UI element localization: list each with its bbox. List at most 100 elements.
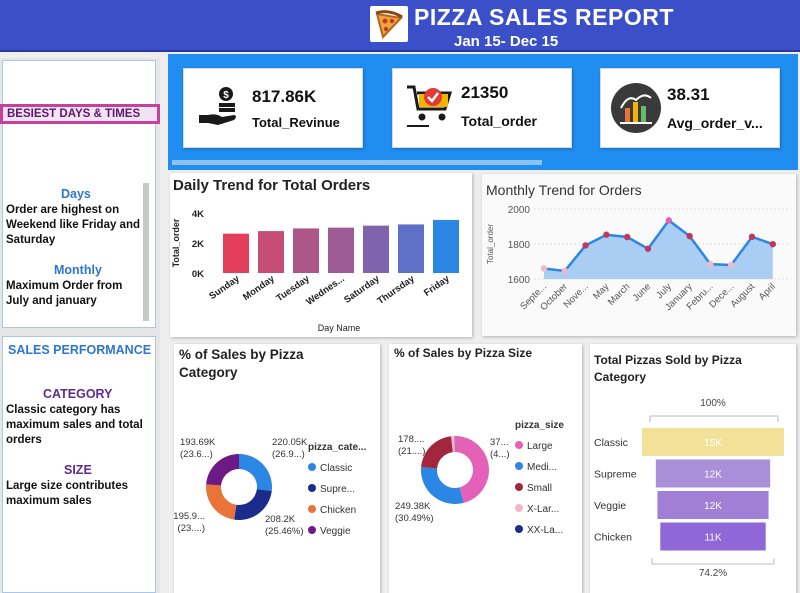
legend-marker — [308, 484, 316, 492]
legend-label: Supre... — [320, 484, 355, 495]
left-sidebar — [0, 58, 160, 593]
size-label: SIZE — [64, 463, 92, 477]
legend-label: Large — [527, 441, 553, 452]
legend-marker — [515, 504, 523, 512]
sales-by-size-chart: pizza_size Large Medi... Small X-Lar... XX-La… — [395, 420, 564, 536]
bar — [293, 228, 319, 273]
data-point — [582, 242, 589, 249]
data-point — [561, 267, 568, 275]
funnel-category-label: Supreme — [594, 469, 637, 481]
x-tick-label: August — [728, 281, 757, 310]
kpi-card-avg-order[interactable]: 38.31 Avg_order_v... — [600, 68, 780, 148]
area-fill — [544, 220, 773, 279]
data-point — [603, 231, 610, 238]
data-point — [686, 232, 693, 240]
sales-by-category-chart: pizza_cate... Classic Supre... Chicken Veggi… — [174, 437, 367, 537]
monthly-label: Monthly — [54, 263, 102, 277]
data-label: 195.9... — [174, 511, 205, 522]
y-tick-label: 1800 — [508, 240, 531, 251]
data-point — [624, 233, 631, 241]
monthly-trend-card[interactable]: Monthly Trend for Orders 1600 1800 2000 Tot… — [482, 174, 796, 336]
pizzas-sold-card[interactable]: Total Pizzas Sold by Pizza Category 100%… — [590, 344, 796, 593]
data-label-percent: (26.9...) — [272, 449, 305, 460]
bar — [223, 233, 249, 273]
data-point — [748, 233, 756, 241]
data-label-percent: (25.46%) — [265, 526, 304, 537]
sales-performance-title: SALES PERFORMANCE — [8, 343, 152, 357]
kpi-card-orders[interactable]: 21350 Total_order — [392, 68, 572, 148]
legend-label: Medi... — [527, 462, 557, 473]
revenue-value: 817.86K — [252, 87, 317, 106]
shopping-cart-icon — [405, 81, 455, 136]
legend-label: Chicken — [320, 505, 356, 516]
legend-marker — [308, 505, 316, 513]
date-range: Jan 15- Dec 15 — [454, 33, 559, 50]
page-title: PIZZA SALES REPORT — [414, 4, 674, 30]
funnel-category-label: Classic — [594, 437, 628, 449]
donut-slice — [206, 484, 237, 520]
data-point — [769, 240, 776, 248]
sales-by-size-card[interactable]: % of Sales by Pizza Size pizza_size Large… — [389, 344, 582, 593]
monthly-text: Maximum Order from July and january — [6, 280, 123, 307]
monthly-trend-chart: 160018002000Total_orderSepte...OctoberNo… — [486, 205, 790, 313]
kpi-card-revenue[interactable]: $ 817.86K Total_Revinue — [183, 68, 363, 148]
data-label-percent: (30.49%) — [395, 513, 434, 524]
data-label: 249.38K — [395, 501, 431, 512]
days-text: Order are highest on Weekend like Friday… — [6, 204, 141, 246]
svg-text:$: $ — [223, 90, 229, 101]
donut-slice — [239, 454, 272, 491]
funnel-top-percent: 100% — [700, 398, 726, 409]
legend-title: pizza_size — [515, 420, 564, 431]
legend-label: Classic — [320, 463, 352, 474]
data-label: 193.69K — [180, 437, 216, 448]
y-tick-label: 2000 — [508, 205, 531, 216]
sidebar-scrollbar[interactable] — [143, 183, 149, 321]
data-label: 220.05K — [272, 437, 308, 448]
x-tick-label: April — [757, 281, 778, 302]
money-hand-icon: $ — [196, 83, 244, 136]
x-tick-label: Sunday — [207, 273, 242, 302]
funnel-bottom-percent: 74.2% — [699, 568, 727, 579]
data-label-percent: (23.6...) — [180, 449, 213, 460]
x-tick-label: March — [606, 281, 632, 307]
size-text: Large size contributes maximum sales — [6, 480, 129, 507]
data-point — [707, 260, 714, 268]
daily-trend-card[interactable]: Daily Trend for Total Orders 0K 2K 4K Total… — [170, 173, 472, 337]
pizzas-sold-chart: 100% 15K Classic 12K Supreme 12K Veggie 11K Chic… — [594, 398, 784, 579]
sales-by-category-card[interactable]: % of Sales by Pizza Category pizza_cate.… — [174, 344, 380, 593]
bar — [328, 227, 354, 273]
funnel-value-label: 12K — [704, 501, 722, 512]
data-point — [644, 245, 652, 252]
busiest-days-title: BESIEST DAYS & TIMES — [0, 104, 160, 124]
days-label: Days — [61, 187, 91, 201]
funnel-category-label: Veggie — [594, 500, 626, 512]
legend-label: XX-La... — [527, 525, 563, 536]
orders-value: 21350 — [461, 83, 509, 102]
legend-label: X-Lar... — [527, 504, 559, 515]
category-label: CATEGORY — [43, 387, 113, 401]
data-point — [540, 265, 548, 272]
data-label-percent: (4...) — [490, 449, 510, 460]
y-tick-label: 1600 — [508, 275, 531, 286]
y-axis-label: Total_order — [171, 218, 181, 267]
x-tick-label: Monday — [241, 273, 277, 303]
avg-order-label: Avg_order_v... — [667, 115, 763, 131]
x-axis-label: Day Name — [318, 323, 361, 333]
x-tick-label: Thursday — [375, 273, 417, 307]
data-point — [665, 217, 672, 224]
donut-slice — [421, 436, 453, 469]
orders-label: Total_order — [461, 113, 537, 129]
y-tick-label: 4K — [192, 209, 204, 220]
x-tick-label: Friday — [422, 273, 452, 299]
data-label: 37... — [490, 437, 509, 448]
data-label-percent: (21....) — [398, 446, 425, 457]
funnel-value-label: 11K — [704, 533, 721, 544]
avg-order-value: 38.31 — [667, 85, 710, 104]
bar — [363, 225, 389, 273]
y-tick-label: 0K — [192, 269, 204, 280]
category-text: Classic category has maximum sales and t… — [6, 404, 143, 446]
pizza-icon — [370, 6, 408, 42]
bar — [258, 231, 284, 273]
kpi-scroll-strip — [172, 160, 542, 165]
data-point — [728, 261, 735, 269]
